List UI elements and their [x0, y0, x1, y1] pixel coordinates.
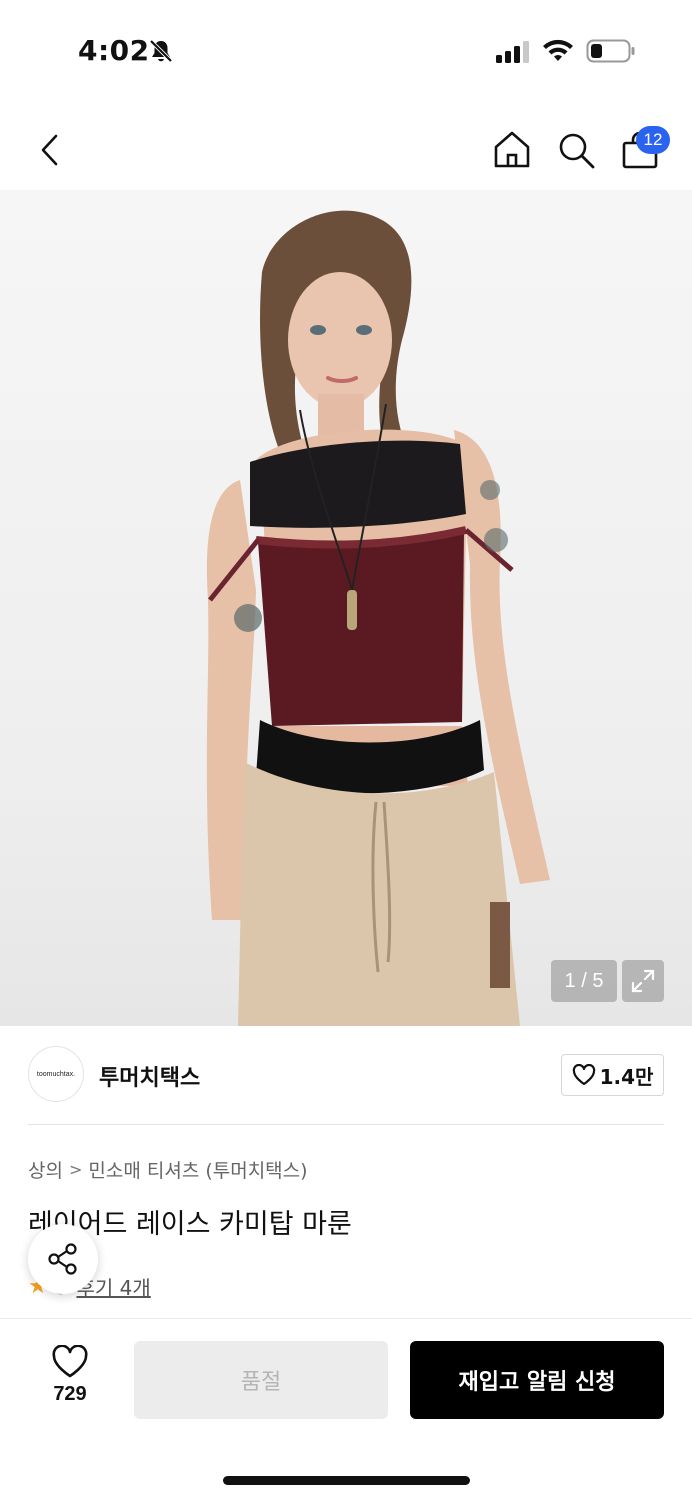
- expand-icon: [631, 969, 655, 993]
- cart-count-badge: 12: [636, 126, 670, 154]
- breadcrumb: 상의 > 민소매 티셔츠 (투머치택스): [28, 1156, 308, 1183]
- brand-like-count: 1.4만: [599, 1064, 654, 1089]
- breadcrumb-category[interactable]: 상의: [28, 1156, 63, 1183]
- bottom-action-bar: 729 품절 재입고 알림 신청: [0, 1318, 692, 1500]
- battery-icon: [586, 39, 635, 63]
- chevron-right-icon: >: [68, 1160, 83, 1179]
- wifi-icon: [543, 39, 573, 61]
- model-photo-illustration: [206, 210, 550, 1026]
- home-indicator: [223, 1476, 470, 1485]
- search-icon: [559, 133, 595, 169]
- expand-image-button[interactable]: [622, 960, 664, 1002]
- home-button[interactable]: [490, 128, 534, 172]
- heart-icon: [52, 1345, 88, 1378]
- brand-logo[interactable]: toomuchtax.: [28, 1046, 84, 1102]
- divider: [28, 1124, 664, 1125]
- signal-icon: [496, 41, 529, 63]
- search-button[interactable]: [554, 128, 598, 172]
- back-button[interactable]: [30, 128, 70, 172]
- bell-off-icon: [149, 39, 173, 63]
- brand-row[interactable]: toomuchtax. 투머치택스 1.4만: [0, 1026, 692, 1126]
- wishlist-button[interactable]: 729: [30, 1345, 110, 1415]
- product-image[interactable]: [0, 190, 692, 1026]
- brand-like-button[interactable]: 1.4만: [561, 1054, 664, 1096]
- status-time: 4:02: [78, 34, 150, 67]
- heart-icon: [572, 1064, 595, 1086]
- breadcrumb-subcategory[interactable]: 민소매 티셔츠 (투머치택스): [88, 1156, 307, 1183]
- share-button[interactable]: [28, 1224, 98, 1294]
- sold-out-button: 품절: [134, 1341, 388, 1419]
- brand-name[interactable]: 투머치택스: [99, 1060, 200, 1092]
- share-icon: [48, 1243, 77, 1275]
- top-nav: [0, 110, 692, 190]
- home-icon: [494, 131, 530, 168]
- image-counter: 1 / 5: [551, 960, 617, 1002]
- wishlist-count: 729: [53, 1383, 87, 1405]
- status-bar: 4:02: [0, 0, 692, 100]
- restock-alert-button[interactable]: 재입고 알림 신청: [410, 1341, 664, 1419]
- chevron-left-icon: [41, 134, 58, 166]
